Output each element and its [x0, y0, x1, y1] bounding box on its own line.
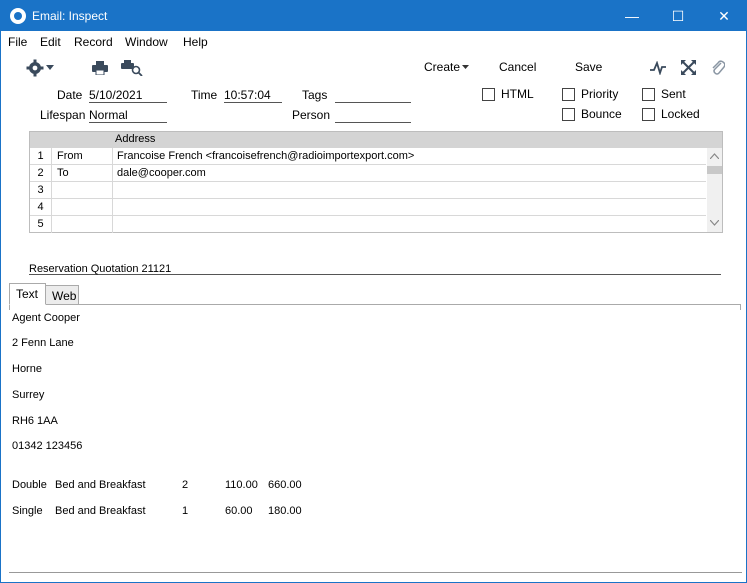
scroll-up-icon[interactable]	[710, 153, 719, 159]
body-line: 01342 123456	[12, 440, 83, 452]
row-type[interactable]	[53, 199, 113, 216]
time-label: Time	[191, 88, 218, 102]
minimize-button[interactable]: —	[609, 1, 655, 31]
maximize-button[interactable]: ☐	[655, 1, 701, 31]
pulse-icon[interactable]	[650, 61, 666, 75]
item-price: 60.00	[225, 505, 253, 517]
create-button[interactable]: Create	[424, 60, 460, 74]
print-preview-icon[interactable]	[121, 60, 143, 76]
row-type[interactable]	[53, 182, 113, 199]
cancel-button[interactable]: Cancel	[499, 60, 536, 74]
row-type[interactable]: To	[53, 165, 113, 182]
tab-text[interactable]: Text	[9, 283, 46, 305]
menu-edit[interactable]: Edit	[40, 35, 61, 49]
sent-label: Sent	[661, 87, 686, 101]
tab-panel-border	[9, 304, 741, 310]
print-icon[interactable]	[92, 61, 108, 75]
row-number: 2	[30, 165, 52, 182]
app-icon	[10, 8, 26, 24]
menu-bar: File Edit Record Window Help	[1, 31, 746, 52]
row-number: 3	[30, 182, 52, 199]
menu-window[interactable]: Window	[125, 35, 168, 49]
item-room: Single	[12, 505, 43, 517]
bounce-checkbox[interactable]	[562, 108, 575, 121]
row-type[interactable]	[53, 216, 113, 233]
lifespan-field[interactable]: Normal	[89, 108, 167, 123]
attachment-icon[interactable]	[711, 59, 725, 76]
tags-field[interactable]	[335, 88, 411, 103]
row-address[interactable]	[114, 182, 706, 199]
body-bottom-border	[9, 572, 742, 573]
grid-header: Address	[30, 132, 722, 148]
address-grid: Address 1 From Francoise French <francoi…	[29, 131, 723, 233]
row-address[interactable]: dale@cooper.com	[114, 165, 706, 182]
menu-record[interactable]: Record	[74, 35, 113, 49]
subject-field[interactable]: Reservation Quotation 21121	[29, 263, 721, 275]
html-checkbox[interactable]	[482, 88, 495, 101]
toolbar: Create Cancel Save	[1, 52, 746, 84]
save-button[interactable]: Save	[575, 60, 602, 74]
item-qty: 1	[182, 505, 189, 517]
scroll-down-icon[interactable]	[710, 220, 719, 226]
table-row[interactable]: 1 From Francoise French <francoisefrench…	[30, 148, 706, 165]
table-row[interactable]: 2 To dale@cooper.com	[30, 165, 706, 182]
priority-label: Priority	[581, 87, 619, 101]
item-total: 660.00	[268, 479, 302, 491]
row-address[interactable]	[114, 216, 706, 233]
grid-scrollbar[interactable]	[707, 148, 722, 232]
lifespan-label: Lifespan	[40, 108, 86, 122]
table-row[interactable]: 4	[30, 199, 706, 216]
chevron-down-icon[interactable]	[46, 65, 54, 70]
gear-icon[interactable]	[26, 59, 44, 77]
bounce-label: Bounce	[581, 107, 622, 121]
scroll-thumb[interactable]	[707, 166, 722, 174]
close-button[interactable]: ✕	[701, 1, 747, 31]
row-type[interactable]: From	[53, 148, 113, 165]
expand-icon[interactable]	[681, 60, 696, 75]
row-number: 1	[30, 148, 52, 165]
item-total: 180.00	[268, 505, 302, 517]
body-line: Surrey	[12, 389, 45, 401]
item-board: Bed and Breakfast	[55, 505, 146, 517]
email-inspect-window: Email: Inspect — ☐ ✕ File Edit Record Wi…	[0, 0, 747, 583]
row-number: 5	[30, 216, 52, 233]
person-label: Person	[292, 108, 331, 122]
tags-label: Tags	[302, 88, 328, 102]
tab-web[interactable]: Web	[45, 285, 79, 305]
body-line: RH6 1AA	[12, 415, 58, 427]
table-row[interactable]: 5	[30, 216, 706, 233]
body-line: Agent Cooper	[12, 312, 80, 324]
create-chevron-icon[interactable]	[462, 65, 469, 69]
row-address[interactable]: Francoise French <francoisefrench@radioi…	[114, 148, 706, 165]
locked-label: Locked	[661, 107, 700, 121]
row-address[interactable]	[114, 199, 706, 216]
sent-checkbox[interactable]	[642, 88, 655, 101]
html-label: HTML	[501, 87, 534, 101]
body-line: 2 Fenn Lane	[12, 337, 74, 349]
priority-checkbox[interactable]	[562, 88, 575, 101]
locked-checkbox[interactable]	[642, 108, 655, 121]
person-field[interactable]	[335, 108, 411, 123]
item-qty: 2	[182, 479, 189, 491]
time-field[interactable]: 10:57:04	[224, 88, 282, 103]
date-label: Date	[57, 88, 83, 102]
menu-help[interactable]: Help	[183, 35, 208, 49]
title-bar: Email: Inspect — ☐ ✕	[1, 1, 746, 31]
date-field[interactable]: 5/10/2021	[89, 88, 167, 103]
row-number: 4	[30, 199, 52, 216]
item-price: 110.00	[225, 479, 258, 491]
address-column-header: Address	[115, 133, 156, 145]
body-line: Horne	[12, 363, 42, 375]
item-board: Bed and Breakfast	[55, 479, 146, 491]
item-room: Double	[12, 479, 47, 491]
window-title: Email: Inspect	[32, 9, 108, 23]
menu-file[interactable]: File	[8, 35, 27, 49]
table-row[interactable]: 3	[30, 182, 706, 199]
